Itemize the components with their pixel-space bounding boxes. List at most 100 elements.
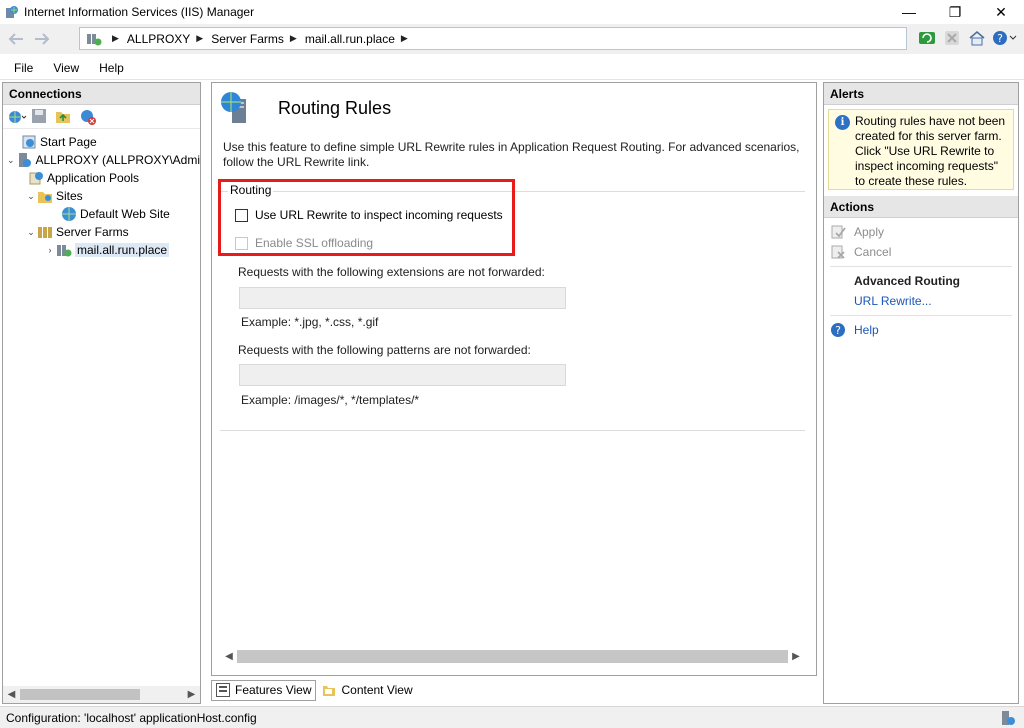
page-title: Routing Rules — [278, 97, 392, 118]
minimize-button[interactable]: — — [886, 0, 932, 24]
connections-panel: Connections Start Page ⌄ ALLPROXY (ALLPR… — [2, 82, 201, 704]
iis-app-icon — [5, 5, 19, 19]
breadcrumb-farm[interactable]: ▶ mail.all.run.place ▶ — [284, 32, 416, 46]
actions-separator — [830, 266, 1012, 267]
svg-text:?: ? — [835, 324, 841, 337]
cancel-icon — [830, 244, 846, 260]
stop-button[interactable] — [940, 27, 963, 49]
status-text: Configuration: 'localhost' applicationHo… — [6, 710, 257, 725]
restore-icon: ❐ — [948, 3, 962, 20]
disconnect-icon[interactable] — [79, 108, 97, 126]
chevron-down-icon[interactable]: ⌄ — [25, 191, 37, 202]
tree-item-app-pools[interactable]: Application Pools — [3, 169, 200, 187]
url-rewrite-link[interactable]: URL Rewrite... — [824, 291, 1018, 311]
menu-file[interactable]: File — [14, 61, 33, 75]
server-farm-icon — [86, 31, 102, 47]
help-icon: ? — [830, 322, 846, 338]
home-button[interactable] — [965, 27, 988, 49]
sites-folder-icon — [37, 188, 53, 204]
connections-hscrollbar[interactable]: ◀ ▶ — [3, 686, 200, 703]
chevron-right-icon: ▶ — [196, 33, 204, 43]
apply-action: Apply — [824, 222, 1018, 242]
chevron-right-icon: ▶ — [289, 33, 297, 43]
info-icon: i — [835, 115, 850, 130]
actions-separator — [830, 315, 1012, 316]
connections-toolbar — [3, 105, 200, 129]
refresh-button[interactable] — [915, 27, 938, 49]
scroll-thumb[interactable] — [237, 650, 788, 663]
extensions-input — [239, 287, 566, 309]
chevron-right-icon: ▶ — [112, 33, 119, 43]
annotation-highlight-box — [218, 179, 515, 256]
connections-tree: Start Page ⌄ ALLPROXY (ALLPROXY\Admi App… — [3, 129, 200, 259]
chevron-down-icon[interactable]: ⌄ — [5, 155, 16, 166]
scroll-thumb[interactable] — [20, 689, 140, 700]
breadcrumb-allproxy[interactable]: ▶ ALLPROXY — [106, 32, 190, 46]
features-view-icon — [216, 683, 230, 697]
minimize-icon: — — [902, 4, 916, 20]
patterns-input — [239, 364, 566, 386]
content-view-icon — [322, 683, 336, 697]
scroll-left-icon[interactable]: ◀ — [221, 651, 237, 662]
server-farms-icon — [37, 224, 53, 240]
scroll-left-icon[interactable]: ◀ — [3, 689, 20, 700]
tree-item-server[interactable]: ⌄ ALLPROXY (ALLPROXY\Admi — [3, 151, 200, 169]
tree-item-sites[interactable]: ⌄ Sites — [3, 187, 200, 205]
save-icon[interactable] — [31, 108, 49, 126]
connect-globe-icon[interactable] — [7, 108, 27, 126]
close-icon: ✕ — [995, 3, 1007, 20]
chevron-down-icon[interactable]: ⌄ — [25, 227, 37, 238]
server-farm-icon — [56, 242, 72, 258]
main-hscrollbar[interactable]: ◀ ▶ — [221, 649, 804, 664]
server-icon — [16, 152, 32, 168]
back-button[interactable] — [3, 26, 29, 52]
up-folder-icon[interactable] — [55, 108, 73, 126]
scroll-right-icon[interactable]: ▶ — [183, 689, 200, 700]
feature-header: Routing Rules — [220, 91, 391, 125]
help-dropdown-button[interactable]: ? — [990, 27, 1020, 49]
feature-description: Use this feature to define simple URL Re… — [223, 140, 800, 169]
status-bar: Configuration: 'localhost' applicationHo… — [0, 706, 1024, 728]
patterns-example: Example: /images/*, */templates/* — [241, 393, 420, 407]
help-action[interactable]: ? Help — [824, 320, 1018, 340]
window-title: Internet Information Services (IIS) Mana… — [24, 5, 255, 19]
actions-header: Actions — [824, 196, 1018, 218]
menu-bar: File View Help — [0, 56, 1024, 80]
back-arrow-icon — [8, 33, 23, 45]
alert-box: i Routing rules have not been created fo… — [828, 109, 1014, 190]
app-pools-icon — [28, 170, 44, 186]
main-panel: Routing Rules Use this feature to define… — [211, 82, 817, 676]
menu-view[interactable]: View — [53, 61, 79, 75]
view-tabs: Features View Content View — [211, 679, 419, 701]
tab-features-view[interactable]: Features View — [211, 679, 317, 701]
menu-help[interactable]: Help — [99, 61, 124, 75]
start-page-icon — [21, 134, 37, 150]
chevron-right-icon: ▶ — [400, 33, 408, 43]
patterns-label: Requests with the following patterns are… — [238, 343, 531, 357]
forward-button[interactable] — [29, 26, 55, 52]
tree-item-start-page[interactable]: Start Page — [3, 133, 200, 151]
extensions-example: Example: *.jpg, *.css, *.gif — [241, 315, 379, 329]
status-server-icon — [1000, 710, 1016, 726]
close-button[interactable]: ✕ — [978, 0, 1024, 24]
help-icon: ? — [993, 31, 1017, 45]
title-bar: Internet Information Services (IIS) Mana… — [0, 0, 1024, 24]
restore-button[interactable]: ❐ — [932, 0, 978, 24]
address-bar: ▶ ALLPROXY ▶ Server Farms ▶ mail.all.run.pl… — [0, 24, 1024, 54]
refresh-icon — [918, 32, 935, 44]
connections-header: Connections — [3, 83, 200, 105]
routing-rules-icon — [220, 91, 254, 125]
tab-content-view[interactable]: Content View — [318, 680, 416, 701]
extensions-label: Requests with the following extensions a… — [238, 265, 545, 279]
address-field[interactable]: ▶ ALLPROXY ▶ Server Farms ▶ mail.all.run.pl… — [79, 27, 907, 50]
cancel-action: Cancel — [824, 242, 1018, 262]
tree-item-server-farms[interactable]: ⌄ Server Farms — [3, 223, 200, 241]
alerts-header: Alerts — [824, 83, 1018, 105]
actions-panel: Alerts i Routing rules have not been cre… — [823, 82, 1019, 704]
breadcrumb-server-farms[interactable]: ▶ Server Farms — [190, 32, 284, 46]
tree-item-default-site[interactable]: Default Web Site — [3, 205, 200, 223]
forward-arrow-icon — [35, 33, 50, 45]
tree-item-farm[interactable]: › mail.all.run.place — [3, 241, 200, 259]
scroll-right-icon[interactable]: ▶ — [788, 651, 804, 662]
chevron-right-icon[interactable]: › — [44, 245, 56, 255]
